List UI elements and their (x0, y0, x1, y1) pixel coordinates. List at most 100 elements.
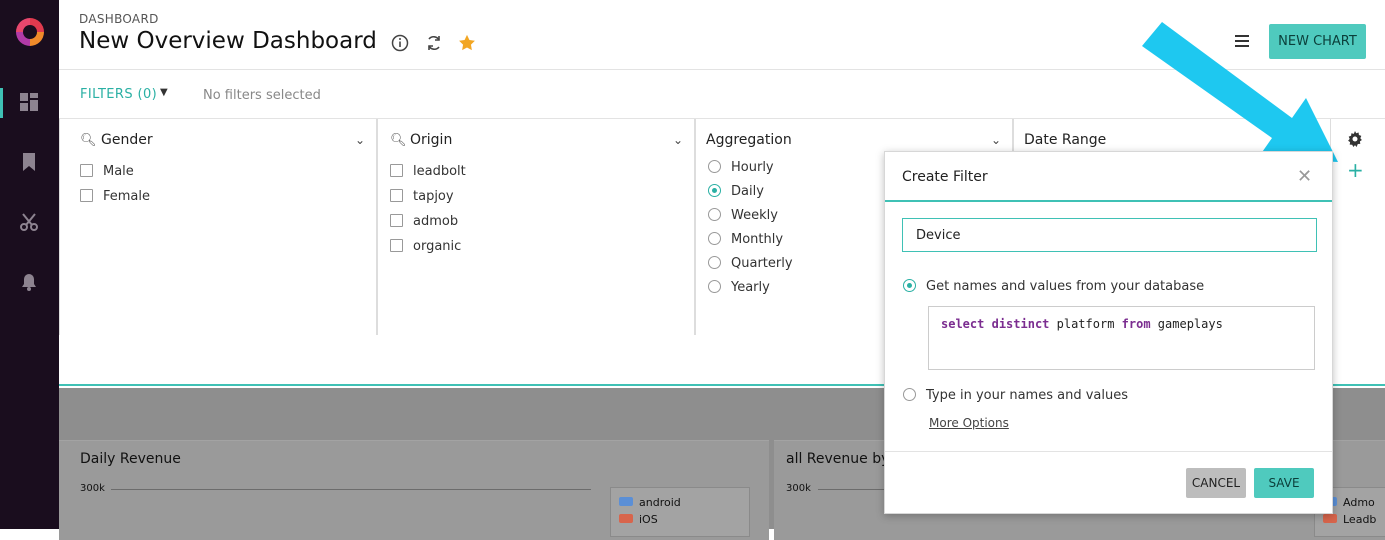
option-label: Get names and values from your database (926, 279, 1205, 294)
radio[interactable] (708, 160, 721, 173)
app-logo[interactable] (16, 18, 44, 46)
create-filter-dialog: Create Filter ✕ Get names and values fro… (884, 151, 1333, 514)
checkbox[interactable] (80, 189, 93, 202)
option-label: Hourly (731, 160, 774, 175)
save-button[interactable]: SAVE (1254, 468, 1314, 498)
gender-panel: 🔍︎ Gender ⌄ Male Female (59, 119, 377, 335)
legend-label: android (639, 496, 681, 509)
radio-selected[interactable] (903, 279, 916, 292)
dialog-title: Create Filter (902, 169, 988, 185)
search-icon: 🔍︎ (390, 133, 407, 148)
option-label: Type in your names and values (926, 388, 1128, 403)
cancel-button[interactable]: CANCEL (1186, 468, 1246, 498)
legend-label: iOS (639, 513, 658, 526)
legend-swatch (619, 497, 633, 506)
checkbox-option[interactable]: organic (390, 239, 461, 254)
bookmark-icon[interactable] (18, 152, 40, 174)
checkbox-option[interactable]: Male (80, 164, 134, 179)
bell-icon[interactable] (18, 272, 40, 294)
option-label: admob (413, 214, 459, 229)
breadcrumb[interactable]: DASHBOARD (79, 12, 159, 26)
filter-status: No filters selected (203, 88, 321, 103)
y-tick-label: 300k (786, 483, 811, 494)
radio-option[interactable]: Daily (708, 184, 764, 199)
sql-keyword: from (1121, 317, 1151, 331)
chart-legend: android iOS (610, 487, 750, 537)
more-options-link[interactable]: More Options (929, 416, 1009, 430)
refresh-icon[interactable] (424, 34, 444, 54)
radio-option[interactable]: Yearly (708, 280, 770, 295)
radio[interactable] (708, 208, 721, 221)
page-title: New Overview Dashboard (79, 28, 377, 54)
radio-option[interactable]: Monthly (708, 232, 783, 247)
radio-option[interactable]: Quarterly (708, 256, 793, 271)
radio-selected[interactable] (708, 184, 721, 197)
checkbox-option[interactable]: Female (80, 189, 150, 204)
legend-item[interactable]: android (619, 496, 681, 509)
chevron-down-icon[interactable]: ⌄ (991, 133, 1001, 147)
checkbox-option[interactable]: admob (390, 214, 458, 229)
legend-swatch (1323, 514, 1337, 523)
option-label: Female (103, 189, 151, 204)
filters-toggle[interactable]: FILTERS (0) (80, 87, 157, 102)
star-icon[interactable] (457, 34, 477, 54)
dialog-footer: CANCEL SAVE (885, 451, 1332, 513)
option-label: Quarterly (731, 256, 793, 271)
option-label: Monthly (731, 232, 784, 247)
sql-keyword: distinct (991, 317, 1050, 331)
sql-identifier: platform (1056, 317, 1115, 331)
option-label: Weekly (731, 208, 778, 223)
checkbox[interactable] (390, 239, 403, 252)
dashboard-icon[interactable] (18, 92, 40, 114)
chart-title: all Revenue by (786, 451, 890, 467)
filter-name-input[interactable] (902, 218, 1317, 252)
panel-title: Origin (410, 132, 453, 148)
panel-title: Gender (101, 132, 153, 148)
checkbox-option[interactable]: leadbolt (390, 164, 466, 179)
info-icon[interactable] (390, 34, 410, 54)
close-icon[interactable]: ✕ (1297, 166, 1312, 187)
scissors-icon[interactable] (18, 212, 40, 234)
sql-identifier: gameplays (1157, 317, 1223, 331)
origin-panel: 🔍︎ Origin ⌄ leadbolt tapjoy admob organi… (377, 119, 695, 335)
legend-label: Leadb (1343, 513, 1377, 526)
checkbox-option[interactable]: tapjoy (390, 189, 454, 204)
radio-option[interactable]: Weekly (708, 208, 778, 223)
checkbox[interactable] (390, 214, 403, 227)
radio[interactable] (708, 232, 721, 245)
annotation-arrow-icon (1142, 22, 1338, 162)
sql-query-editor[interactable]: select distinct platform from gameplays (928, 306, 1315, 370)
option-label: Daily (731, 184, 764, 199)
radio-option-database[interactable]: Get names and values from your database (903, 279, 1204, 294)
active-indicator (0, 88, 3, 118)
legend-item[interactable]: Leadb (1323, 513, 1376, 526)
search-icon: 🔍︎ (80, 133, 97, 148)
left-nav (0, 0, 59, 529)
chart-title: Daily Revenue (80, 451, 181, 467)
legend-label: Admo (1343, 496, 1375, 509)
gridline (111, 489, 591, 490)
radio[interactable] (708, 280, 721, 293)
panel-title: Date Range (1024, 132, 1107, 148)
legend-item[interactable]: iOS (619, 513, 658, 526)
radio[interactable] (903, 388, 916, 401)
chevron-down-icon[interactable]: ⌄ (673, 133, 683, 147)
option-label: tapjoy (413, 189, 454, 204)
radio-option-manual[interactable]: Type in your names and values (903, 388, 1128, 403)
radio[interactable] (708, 256, 721, 269)
checkbox[interactable] (390, 164, 403, 177)
chevron-down-icon[interactable]: ⌄ (355, 133, 365, 147)
caret-down-icon[interactable]: ▼ (160, 87, 168, 98)
y-tick-label: 300k (80, 483, 105, 494)
option-label: Male (103, 164, 134, 179)
sql-keyword: select (941, 317, 985, 331)
option-label: leadbolt (413, 164, 466, 179)
radio-option[interactable]: Hourly (708, 160, 774, 175)
option-label: Yearly (731, 280, 770, 295)
dialog-header: Create Filter ✕ (885, 152, 1332, 202)
checkbox[interactable] (80, 164, 93, 177)
legend-swatch (619, 514, 633, 523)
option-label: organic (413, 239, 462, 254)
checkbox[interactable] (390, 189, 403, 202)
chart-card: Daily Revenue 300k android iOS (59, 440, 769, 540)
